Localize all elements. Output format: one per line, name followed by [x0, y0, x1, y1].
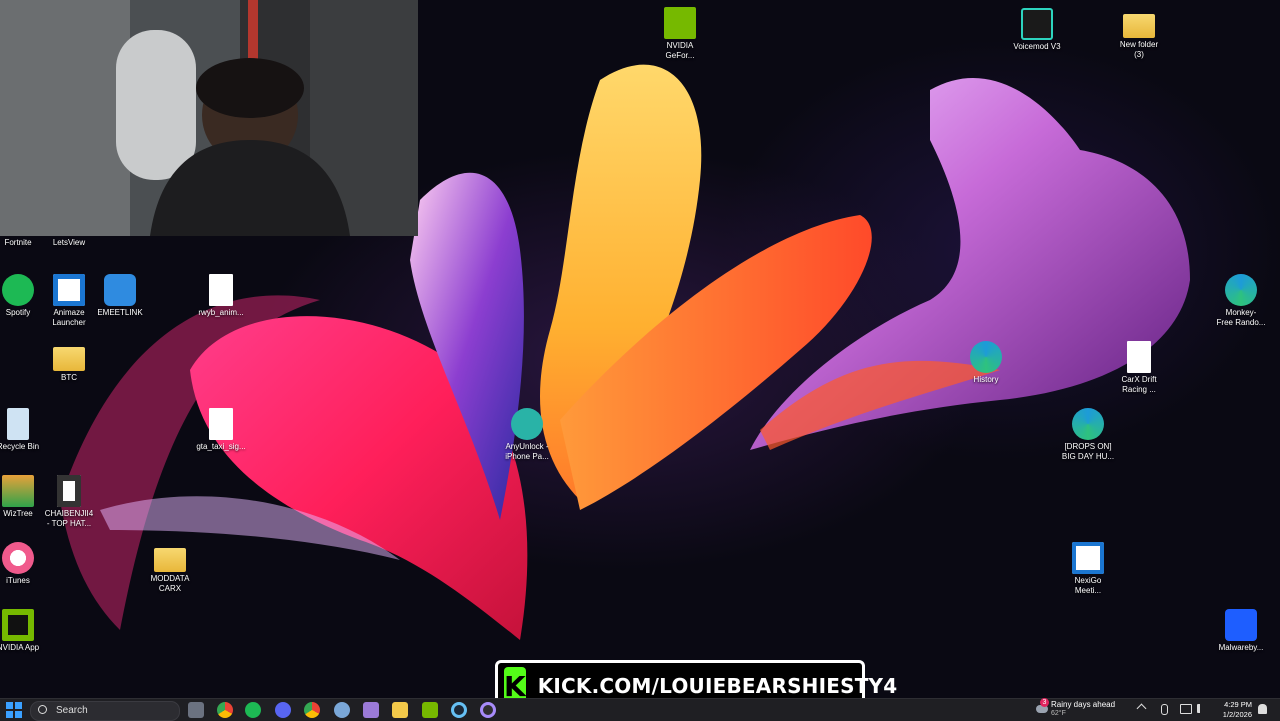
clock-time: 4:29 PM	[1224, 700, 1252, 709]
chrome-alt-icon[interactable]	[304, 702, 320, 718]
desktop: NVIDIA GeFor... Voicemod V3 New folder (…	[0, 0, 1280, 698]
desktop-icon-btc[interactable]: BTC	[39, 341, 99, 383]
file-icon	[209, 274, 233, 306]
weather-badge: 3	[1040, 698, 1049, 707]
malwarebytes-icon	[1225, 609, 1257, 641]
desktop-icon-malwarebytes[interactable]: Malwareby...	[1211, 609, 1271, 653]
edge-icon	[1225, 274, 1257, 306]
wiztree-icon	[2, 475, 34, 507]
spotify-icon[interactable]	[245, 702, 261, 718]
kick-channel-url: KICK.COM/LOUIEBEARSHIESTY4	[537, 674, 898, 698]
weather-widget[interactable]: 3 Rainy days ahead 62°F	[1032, 698, 1122, 721]
taskbar: Search 3 Rainy days ahead 62°F 4:29 PM 1…	[0, 698, 1280, 721]
microphone-icon[interactable]	[1161, 704, 1168, 715]
desktop-icon-chaibenjii4[interactable]: CHAIBENJII4 - TOP HAT...	[39, 475, 99, 529]
desktop-icon-drops-on[interactable]: [DROPS ON] BIG DAY HU...	[1058, 408, 1118, 462]
video-file-icon	[57, 475, 81, 507]
desktop-icon-letsview[interactable]: LetsView	[39, 238, 99, 248]
emeetlink-icon	[104, 274, 136, 306]
desktop-icon-nvidia-geforce[interactable]: NVIDIA GeFor...	[650, 7, 710, 61]
folder-icon	[154, 548, 186, 572]
desktop-icon-nexigo[interactable]: NexiGo Meeti...	[1058, 542, 1118, 596]
clock[interactable]: 4:29 PM 1/2/2026	[1210, 699, 1252, 721]
file-explorer-icon[interactable]	[188, 702, 204, 718]
discord-icon[interactable]	[275, 702, 291, 718]
search-input[interactable]: Search	[56, 705, 88, 716]
spotify-icon	[2, 274, 34, 306]
itunes-icon	[2, 542, 34, 574]
volume-icon[interactable]	[1197, 704, 1208, 713]
file-icon	[1127, 341, 1151, 373]
desktop-icon-emeetlink[interactable]: EMEETLINK	[90, 274, 150, 318]
notification-icon[interactable]	[1258, 704, 1267, 714]
nexigo-icon	[1072, 542, 1104, 574]
start-button[interactable]	[6, 702, 22, 718]
network-icon[interactable]	[1180, 704, 1192, 714]
folder-icon	[1123, 14, 1155, 38]
folder-icon	[53, 347, 85, 371]
webcam-feed	[0, 0, 418, 236]
file-icon	[209, 408, 233, 440]
desktop-icon-monkey[interactable]: Monkey- Free Rando...	[1211, 274, 1271, 328]
steam-icon[interactable]	[451, 702, 467, 718]
edge-icon	[1072, 408, 1104, 440]
nvidia-icon[interactable]	[422, 702, 438, 718]
taskbar-search[interactable]: Search	[30, 701, 180, 721]
nvidia-icon	[664, 7, 696, 39]
animaze-icon	[53, 274, 85, 306]
desktop-icon-anyunlock[interactable]: AnyUnlock - iPhone Pa...	[497, 408, 557, 462]
chevron-up-icon[interactable]	[1136, 703, 1147, 714]
desktop-icon-moddata-carx[interactable]: MODDATA CARX	[140, 542, 200, 594]
webcam-person-image	[0, 0, 418, 236]
game-icon[interactable]	[363, 702, 379, 718]
windows-logo-icon	[6, 702, 13, 709]
desktop-icon-rwyb-anim[interactable]: rwyb_anim...	[191, 274, 251, 318]
obs-icon[interactable]	[480, 702, 496, 718]
nvidia-icon	[2, 609, 34, 641]
desktop-icon-history[interactable]: History	[956, 341, 1016, 385]
edge-icon	[970, 341, 1002, 373]
desktop-icon-gta-taxi[interactable]: gta_taxi_sig...	[191, 408, 251, 452]
anyunlock-icon	[511, 408, 543, 440]
clock-date: 1/2/2026	[1222, 710, 1252, 719]
folder-icon[interactable]	[392, 702, 408, 718]
desktop-icon-new-folder[interactable]: New folder (3)	[1109, 8, 1169, 60]
weather-title: Rainy days ahead	[1051, 700, 1116, 709]
voicemod-icon	[1021, 8, 1053, 40]
desktop-icon-voicemod[interactable]: Voicemod V3	[1007, 8, 1067, 52]
desktop-icon-itunes[interactable]: iTunes	[0, 542, 48, 586]
desktop-icon-nvidia-app[interactable]: NVIDIA App	[0, 609, 48, 653]
recycle-bin-icon	[7, 408, 29, 440]
settings-icon[interactable]	[334, 702, 350, 718]
weather-temp: 62°F	[1051, 710, 1066, 717]
desktop-icon-carx-drift[interactable]: CarX Drift Racing ...	[1109, 341, 1169, 395]
chrome-icon[interactable]	[217, 702, 233, 718]
desktop-icon-recycle-bin[interactable]: Recycle Bin	[0, 408, 48, 452]
search-icon	[38, 705, 47, 714]
